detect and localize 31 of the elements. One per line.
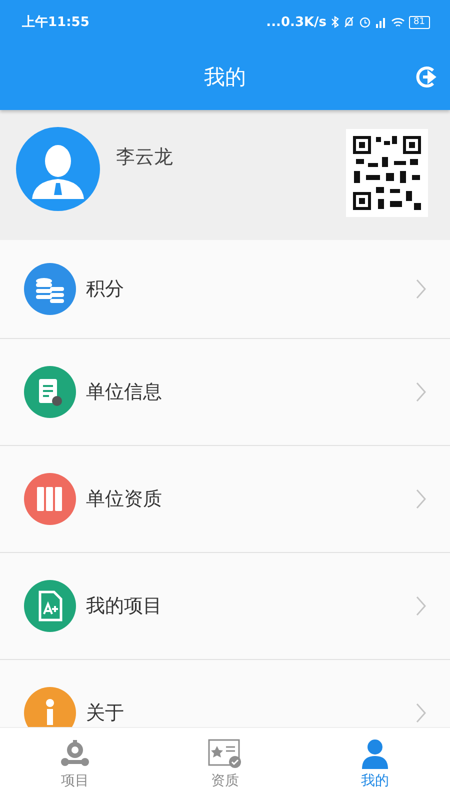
menu-label: 积分: [86, 277, 125, 302]
chevron-right-icon: [416, 703, 426, 723]
menu-item[interactable]: 单位资质: [0, 446, 450, 553]
battery-level: 81: [408, 16, 430, 28]
network-speed: ...0.3K/s: [266, 14, 327, 30]
wifi-icon: [390, 16, 405, 28]
signal-icon: [374, 16, 387, 28]
person-icon: [361, 738, 389, 768]
menu-item[interactable]: 积分: [0, 240, 450, 339]
chevron-right-icon: [416, 279, 426, 299]
alarm-icon: [358, 16, 371, 28]
user-name: 李云龙: [116, 145, 174, 170]
menu-label: 单位资质: [86, 487, 163, 512]
avatar-icon: [16, 127, 100, 211]
tab[interactable]: 我的: [300, 728, 450, 800]
qr-code-icon[interactable]: [346, 129, 428, 217]
chevron-right-icon: [416, 596, 426, 616]
bluetooth-icon: [330, 16, 339, 28]
chevron-right-icon: [416, 489, 426, 509]
menu-item[interactable]: 关于: [0, 660, 450, 727]
chevron-right-icon: [416, 382, 426, 402]
status-time: 上午11:55: [22, 14, 90, 31]
gear-wrench-icon: [60, 738, 90, 768]
menu-label: 关于: [86, 701, 125, 726]
menu-label: 单位信息: [86, 380, 163, 405]
certificate-icon: [208, 738, 242, 768]
page-title: 我的: [204, 64, 246, 91]
menu-item[interactable]: 单位信息: [0, 339, 450, 446]
menu-item[interactable]: 我的项目: [0, 553, 450, 660]
bell-muted-icon: [342, 16, 355, 28]
menu-label: 我的项目: [86, 594, 163, 619]
